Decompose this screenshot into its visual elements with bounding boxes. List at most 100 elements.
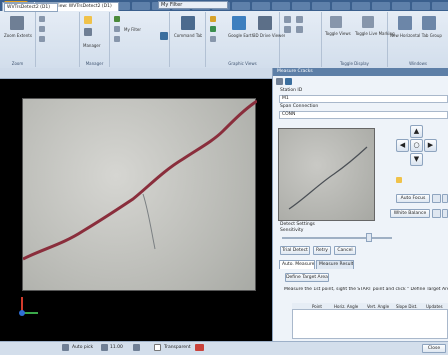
align-icon-4[interactable] (296, 26, 303, 33)
zoom-out-icon[interactable] (39, 26, 45, 32)
layers-icon[interactable] (84, 28, 92, 36)
secondary-crack (142, 193, 156, 250)
google-earth-icon[interactable] (232, 16, 246, 30)
zoom-extents-label: Zoom Extents (4, 33, 32, 38)
group-filter: My Filter (110, 12, 170, 67)
align-icon-2[interactable] (284, 26, 291, 33)
span-connection-field[interactable]: CONN (279, 111, 448, 119)
concrete-photo[interactable] (22, 98, 257, 291)
col-vert-angle: Vert. Angle (367, 304, 390, 309)
toggle-views-label: Toggle Views (325, 31, 351, 36)
sensitivity-slider-thumb[interactable] (366, 233, 372, 242)
panel-tab-icon-2[interactable] (285, 78, 292, 85)
zoom-extents-icon[interactable] (10, 16, 24, 30)
toggle-views-icon[interactable] (330, 16, 342, 28)
arrow-down-button[interactable]: ▼ (410, 153, 423, 166)
horizontal-tab-icon[interactable] (398, 16, 412, 30)
white-balance-up-icon[interactable] (442, 209, 448, 218)
cancel-button[interactable]: Cancel (334, 246, 356, 255)
brightness-icon (396, 177, 402, 183)
center-button[interactable]: ○ (410, 139, 423, 152)
arrow-right-button[interactable]: ▶ (424, 139, 437, 152)
tab-measure-results[interactable]: Measure Results (316, 260, 354, 269)
station-id-field[interactable]: M1 (279, 95, 448, 103)
define-target-area-button[interactable]: Define Target Area (285, 273, 329, 282)
group-zoom: Zoom Extents Zoom (0, 12, 36, 67)
pan-icon[interactable] (39, 36, 45, 42)
command-table-icon[interactable] (181, 16, 195, 30)
station-select[interactable]: WVTrsDetect2 (D1) (4, 3, 58, 12)
ribbon-tab[interactable] (392, 2, 410, 10)
auto-focus-button[interactable]: Auto Focus (396, 194, 430, 203)
close-button[interactable]: Close (422, 344, 446, 353)
toggle-live-marking-icon[interactable] (362, 16, 374, 28)
ribbon-tab[interactable] (352, 2, 370, 10)
group-zoom-tools (36, 12, 80, 67)
ribbon-tab[interactable] (332, 2, 350, 10)
display-icon[interactable] (114, 26, 120, 32)
3d-drive-icon[interactable] (258, 16, 272, 30)
group-label-toggle: Toggle Display (340, 61, 369, 66)
filter-icon[interactable] (114, 16, 120, 22)
settings-icon[interactable] (114, 36, 120, 42)
group-alignment (280, 12, 322, 67)
trial-detect-button[interactable]: Trial Detect (280, 246, 310, 255)
view-icon-3[interactable] (210, 36, 216, 42)
horizontal-tab-label: New Horizontal Tab Group (390, 33, 442, 38)
color-picker-icon[interactable] (195, 344, 204, 351)
station-id-label: Station ID (280, 88, 303, 93)
group-windows: New Horizontal Tab Group Windows (388, 12, 448, 67)
zoom-value: 11.00 (110, 345, 123, 350)
panel-title: Measure Cracks (273, 68, 448, 76)
retry-button[interactable]: Retry (313, 246, 331, 255)
align-icon-1[interactable] (284, 16, 291, 23)
ribbon-tab[interactable] (272, 2, 290, 10)
span-connection-label: Span Connection (280, 104, 319, 109)
view-icon-1[interactable] (210, 16, 216, 22)
arrow-up-button[interactable]: ▲ (410, 125, 423, 138)
filter-dropdown-icon[interactable] (160, 32, 168, 40)
panel-tab-icon-1[interactable] (276, 78, 283, 85)
ribbon-tab[interactable] (412, 2, 430, 10)
ribbon-tab[interactable] (432, 2, 448, 10)
preview-crack-overlay (288, 146, 368, 210)
view-icon-2[interactable] (210, 26, 216, 32)
group-label-alignment (280, 61, 321, 66)
group-label-zoom: Zoom (11, 61, 24, 66)
filter-label: My Filter (124, 27, 141, 32)
axis-indicator (19, 297, 38, 316)
arrow-left-button[interactable]: ◀ (396, 139, 409, 152)
grid-icon[interactable] (133, 344, 140, 351)
col-slope-dist: Slope Dist. (396, 304, 418, 309)
sensitivity-label: Sensitivity (280, 228, 304, 233)
group-graphic-views: Google Earth 3D Drive Viewer Graphic Vie… (206, 12, 285, 67)
transparent-label: Transparent (164, 345, 191, 350)
ribbon-tab[interactable] (372, 2, 390, 10)
zoom-in-icon[interactable] (39, 16, 45, 22)
ribbon-tab[interactable] (232, 2, 250, 10)
tab-auto-measure[interactable]: Auto. Measure (279, 260, 315, 269)
google-earth-label: Google Earth (228, 33, 255, 38)
transparent-checkbox[interactable] (154, 344, 161, 351)
align-icon-3[interactable] (296, 16, 303, 23)
ribbon-tab[interactable] (312, 2, 330, 10)
group-label-filter (110, 61, 169, 66)
bookmark-icon[interactable] (84, 16, 92, 24)
group-label-graphic-views: Graphic Views (228, 61, 257, 66)
ribbon-tab[interactable] (132, 2, 150, 10)
col-point: Point (312, 304, 322, 309)
ribbon-tab[interactable] (292, 2, 310, 10)
group-label-tools (36, 61, 79, 66)
window-icon[interactable] (422, 16, 436, 30)
group-toggle-display: Toggle Views Toggle Live Marking Toggle … (322, 12, 395, 67)
filter-title-field[interactable]: My Filter (158, 1, 228, 9)
ribbon-tab[interactable] (252, 2, 270, 10)
focus-down-icon[interactable] (432, 194, 441, 203)
focus-up-icon[interactable] (442, 194, 448, 203)
col-updates: Updates (426, 304, 443, 309)
auto-pick-checkbox[interactable] (62, 344, 69, 351)
sensitivity-slider-track[interactable] (282, 237, 392, 239)
white-balance-down-icon[interactable] (432, 209, 441, 218)
auto-pick-label: Auto pick (72, 345, 94, 350)
white-balance-button[interactable]: White Balance (390, 209, 430, 218)
